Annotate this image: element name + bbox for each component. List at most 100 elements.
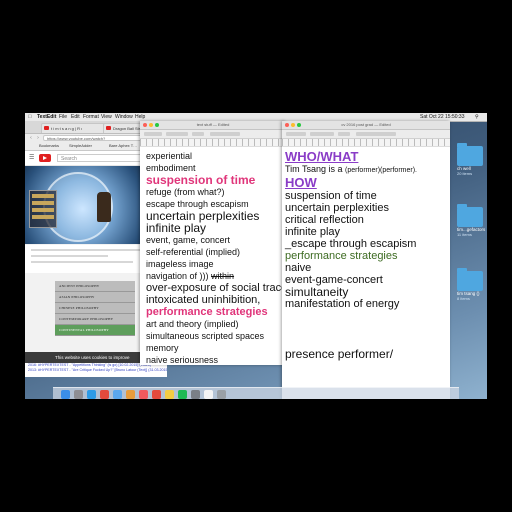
menu-textedit[interactable]: TextEdit [37, 113, 56, 121]
folder-icon [457, 143, 483, 166]
dock-app-icon[interactable] [152, 390, 161, 399]
struck-word: within [211, 271, 235, 281]
link-item[interactable]: 2013: #HYPERTEXTEST - "Are Critique Fuck… [25, 368, 167, 373]
dock-app-icon[interactable] [204, 390, 213, 399]
menubar-clock[interactable]: Sat Oct 22 15:50:33 [420, 113, 464, 121]
menu-file[interactable]: File [59, 113, 67, 121]
dock-app-icon[interactable] [61, 390, 70, 399]
menu-window[interactable]: Window [115, 113, 133, 121]
text-line: uncertain perplexities [285, 202, 389, 214]
tab-youtube-timtsang[interactable]: t i m t s a n g | R ı [41, 123, 112, 133]
text-line: infinite play [146, 221, 207, 235]
document-text[interactable]: WHO/WHAT Tim Tsang is a (performer)(perf… [285, 149, 445, 361]
video-meta-area [25, 245, 153, 273]
formatting-buttons[interactable] [210, 132, 240, 136]
philosophy-item[interactable]: ANCIENT PHILOSOPHY [55, 281, 135, 292]
philosophy-item[interactable]: ASIAN PHILOSOPHY [55, 292, 135, 303]
menu-edit[interactable]: Edit [71, 113, 80, 121]
folder-count: 11 items [457, 232, 472, 237]
philosophy-item[interactable]: CONTEMPORARY PHILOSOPHY [55, 314, 135, 325]
dock-app-icon[interactable] [139, 390, 148, 399]
text-line: manifestation of energy [285, 298, 400, 310]
close-window-icon[interactable] [285, 123, 289, 127]
dock-app-icon[interactable] [87, 390, 96, 399]
text-line: infinite play [285, 226, 341, 238]
philosophy-item-selected[interactable]: CONTINENTAL PHILOSOPHY [55, 325, 135, 336]
menu-help[interactable]: Help [135, 113, 145, 121]
size-popup[interactable] [338, 132, 350, 136]
dock-app-icon[interactable] [217, 390, 226, 399]
desktop-folder[interactable]: tim tsang () 8 items [457, 268, 485, 301]
font-popup[interactable] [310, 132, 334, 136]
heading-how: HOW [285, 175, 317, 190]
text-line: performance strategies [146, 306, 268, 318]
desktop-folder[interactable]: ch well 20 items [457, 143, 485, 176]
style-popup[interactable] [144, 132, 162, 136]
text-line: event, game, concert [146, 235, 231, 245]
window-title: text stuff — Edited [140, 121, 286, 130]
ruler [140, 139, 286, 147]
dock-app-icon[interactable] [165, 390, 174, 399]
zoom-window-icon[interactable] [297, 123, 301, 127]
text-line: simultaneity [285, 285, 349, 299]
video-character-graphic [97, 192, 111, 222]
format-toolbar [140, 130, 286, 139]
size-popup[interactable] [192, 132, 204, 136]
menu-hamburger-icon[interactable]: ☰ [29, 155, 35, 161]
text-line: navigation of ))) within [146, 271, 235, 281]
text-line: performance strategies [285, 250, 398, 262]
text-line: suspension of time [146, 173, 256, 187]
text-line: refuge (from what?) [146, 187, 225, 197]
dock-app-icon[interactable] [126, 390, 135, 399]
font-popup[interactable] [166, 132, 188, 136]
apple-menu-icon[interactable]:  [28, 113, 32, 121]
format-toolbar [282, 130, 450, 139]
folder-count: 20 items [457, 171, 473, 176]
window-title: cv 2016 post grad — Edited [282, 121, 450, 130]
style-popup[interactable] [286, 132, 306, 136]
menu-format[interactable]: Format [83, 113, 99, 121]
tab-label: t i m t s a n g | R ı [51, 126, 83, 131]
video-player[interactable] [25, 166, 153, 244]
who-line-role: (performer)(performer). [345, 167, 417, 174]
philosophy-item[interactable]: CHINESE PHILOSOPHY [55, 303, 135, 314]
heading-who-what: WHO/WHAT [285, 149, 359, 164]
dock-app-icon[interactable] [74, 390, 83, 399]
dock-app-icon[interactable] [191, 390, 200, 399]
formatting-buttons[interactable] [356, 132, 396, 136]
folder-count: 8 items [457, 296, 470, 301]
philosophy-list: ANCIENT PHILOSOPHY ASIAN PHILOSOPHY CHIN… [55, 273, 135, 336]
text-line: critical reflection [285, 214, 364, 226]
philosophy-header [55, 273, 135, 281]
close-window-icon[interactable] [143, 123, 147, 127]
back-icon[interactable]: ‹ [28, 135, 34, 141]
ruler [282, 139, 450, 147]
text-line: art and theory (implied) [146, 319, 239, 329]
text-line: naive [285, 262, 312, 274]
desktop-folder[interactable]: tim...gefactors 11 items [457, 204, 485, 237]
minimize-window-icon[interactable] [149, 123, 153, 127]
bottom-links: 2016: #HYPERTEXTEST - "Appetitions Think… [25, 363, 167, 377]
text-line: self-referential (implied) [146, 247, 241, 257]
forward-icon[interactable]: › [35, 135, 41, 141]
textedit-window-cv: cv 2016 post grad — Edited WHO/WHAT Tim … [282, 121, 450, 399]
bookmark-bare-aphex[interactable]: Bare Aphex T… [109, 142, 137, 150]
dock-app-icon[interactable] [178, 390, 187, 399]
menu-view[interactable]: View [101, 113, 112, 121]
zoom-window-icon[interactable] [155, 123, 159, 127]
text-line: suspension of time [285, 190, 377, 202]
how-list: suspension of time uncertain perplexities… [285, 190, 445, 310]
minimize-window-icon[interactable] [291, 123, 295, 127]
spotlight-icon[interactable]: ⚲ [475, 113, 479, 121]
document-text[interactable]: experiential embodiment suspension of time… [146, 150, 286, 365]
dock [53, 387, 459, 399]
folder-icon [457, 204, 483, 227]
bookmark-simpleadder[interactable]: SimpleAdder [69, 142, 92, 150]
bottom-line: presence performer/ [285, 347, 394, 361]
youtube-logo-icon[interactable] [39, 154, 51, 162]
folder-icon [457, 268, 483, 291]
bookmark-bookmarks[interactable]: Bookmarks [39, 142, 59, 150]
who-line-text: Tim Tsang is a [285, 164, 346, 174]
dock-app-icon[interactable] [113, 390, 122, 399]
dock-app-icon[interactable] [100, 390, 109, 399]
